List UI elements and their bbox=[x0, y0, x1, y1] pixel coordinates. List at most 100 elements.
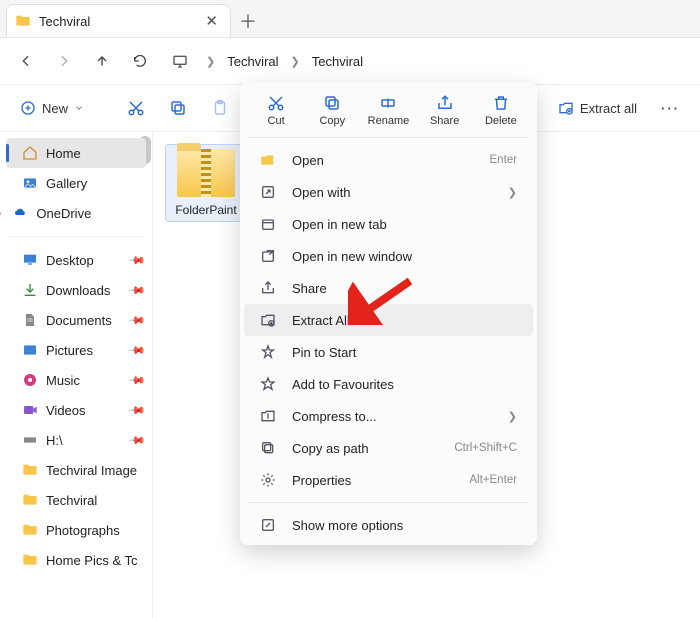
new-label: New bbox=[42, 101, 68, 116]
menu-separator bbox=[248, 502, 529, 503]
sidebar-item-pictures[interactable]: Pictures📌 bbox=[0, 335, 152, 365]
pictures-icon bbox=[22, 342, 38, 358]
onedrive-icon bbox=[12, 205, 28, 221]
extract-all-label: Extract all bbox=[580, 101, 637, 116]
ctx-add-favourites[interactable]: Add to Favourites bbox=[244, 368, 533, 400]
context-menu: Cut Copy Rename Share Delete Open Enter … bbox=[240, 82, 537, 545]
sidebar-item-videos[interactable]: Videos📌 bbox=[0, 395, 152, 425]
pin-icon: 📌 bbox=[128, 371, 147, 390]
pin-icon: 📌 bbox=[128, 341, 147, 360]
sidebar-item-onedrive[interactable]: ❯ OneDrive bbox=[0, 198, 152, 228]
pin-icon: 📌 bbox=[128, 311, 147, 330]
pin-icon bbox=[260, 344, 278, 360]
gallery-icon bbox=[22, 175, 38, 191]
sidebar-item-techviral-image[interactable]: Techviral Image bbox=[0, 455, 152, 485]
window-tab[interactable]: Techviral ✕ bbox=[6, 4, 231, 37]
ctx-open-with[interactable]: Open with ❯ bbox=[244, 176, 533, 208]
zip-folder-icon bbox=[177, 149, 235, 197]
ctx-open-new-tab[interactable]: Open in new tab bbox=[244, 208, 533, 240]
ctx-rename-button[interactable]: Rename bbox=[361, 92, 415, 129]
close-tab-button[interactable]: ✕ bbox=[201, 12, 222, 30]
sidebar-item-desktop[interactable]: Desktop📌 bbox=[0, 245, 152, 275]
folder-icon bbox=[22, 492, 38, 508]
ctx-copy-button[interactable]: Copy bbox=[305, 92, 359, 129]
more-icon bbox=[260, 517, 278, 533]
chevron-right-icon: ❯ bbox=[283, 55, 308, 68]
pc-icon[interactable] bbox=[166, 43, 194, 79]
drive-icon bbox=[22, 432, 38, 448]
sidebar-item-home[interactable]: Home bbox=[6, 138, 146, 168]
new-button[interactable]: New bbox=[10, 96, 94, 120]
open-icon bbox=[260, 152, 278, 168]
breadcrumb: ❯ Techviral ❯ Techviral bbox=[166, 43, 363, 79]
sidebar-item-gallery[interactable]: Gallery bbox=[0, 168, 152, 198]
sidebar-item-downloads[interactable]: Downloads📌 bbox=[0, 275, 152, 305]
sidebar-item-photographs[interactable]: Photographs bbox=[0, 515, 152, 545]
breadcrumb-item[interactable]: Techviral bbox=[312, 54, 363, 69]
pin-icon: 📌 bbox=[128, 251, 147, 270]
chevron-right-icon: ❯ bbox=[508, 410, 517, 423]
ctx-share[interactable]: Share bbox=[244, 272, 533, 304]
ctx-properties[interactable]: Properties Alt+Enter bbox=[244, 464, 533, 496]
cut-button[interactable] bbox=[118, 90, 154, 126]
chevron-right-icon: ❯ bbox=[508, 186, 517, 199]
music-icon bbox=[22, 372, 38, 388]
ctx-extract-all[interactable]: Extract All... bbox=[244, 304, 533, 336]
chevron-right-icon: ❯ bbox=[198, 55, 223, 68]
ctx-show-more[interactable]: Show more options bbox=[244, 509, 533, 541]
sidebar-item-techviral[interactable]: Techviral bbox=[0, 485, 152, 515]
sidebar-item-home-pics[interactable]: Home Pics & Tc bbox=[0, 545, 152, 575]
more-button[interactable]: ··· bbox=[651, 101, 690, 116]
new-window-icon bbox=[260, 248, 278, 264]
documents-icon bbox=[22, 312, 38, 328]
downloads-icon bbox=[22, 282, 38, 298]
extract-icon bbox=[558, 100, 574, 116]
refresh-button[interactable] bbox=[122, 43, 158, 79]
sidebar-item-hdrive[interactable]: H:\📌 bbox=[0, 425, 152, 455]
compress-icon bbox=[260, 408, 278, 424]
pin-icon: 📌 bbox=[128, 281, 147, 300]
copy-path-icon bbox=[260, 440, 278, 456]
ctx-compress[interactable]: Compress to... ❯ bbox=[244, 400, 533, 432]
copy-button[interactable] bbox=[160, 90, 196, 126]
titlebar: Techviral ✕ ＋ bbox=[0, 0, 700, 38]
chevron-right-icon: ❯ bbox=[0, 208, 2, 219]
ctx-share-button[interactable]: Share bbox=[418, 92, 472, 129]
ctx-open[interactable]: Open Enter bbox=[244, 144, 533, 176]
pin-icon: 📌 bbox=[128, 401, 147, 420]
folder-icon bbox=[22, 462, 38, 478]
breadcrumb-item[interactable]: Techviral bbox=[227, 54, 278, 69]
extract-icon bbox=[260, 312, 278, 328]
menu-separator bbox=[248, 137, 529, 138]
tab-title: Techviral bbox=[39, 14, 201, 29]
star-icon bbox=[260, 376, 278, 392]
sidebar-separator bbox=[10, 236, 142, 237]
ctx-copy-path[interactable]: Copy as path Ctrl+Shift+C bbox=[244, 432, 533, 464]
file-item[interactable]: FolderPaint bbox=[165, 144, 247, 222]
file-name: FolderPaint bbox=[170, 203, 242, 217]
up-button[interactable] bbox=[84, 43, 120, 79]
properties-icon bbox=[260, 472, 278, 488]
navbar: ❯ Techviral ❯ Techviral bbox=[0, 38, 700, 84]
desktop-icon bbox=[22, 252, 38, 268]
chevron-down-icon bbox=[74, 103, 84, 113]
ctx-delete-button[interactable]: Delete bbox=[474, 92, 528, 129]
back-button[interactable] bbox=[8, 43, 44, 79]
pin-icon: 📌 bbox=[128, 431, 147, 450]
new-tab-button[interactable]: ＋ bbox=[231, 4, 265, 37]
folder-icon bbox=[15, 13, 31, 29]
home-icon bbox=[22, 145, 38, 161]
sidebar-item-music[interactable]: Music📌 bbox=[0, 365, 152, 395]
extract-all-button[interactable]: Extract all bbox=[550, 96, 645, 120]
sidebar-item-documents[interactable]: Documents📌 bbox=[0, 305, 152, 335]
open-with-icon bbox=[260, 184, 278, 200]
new-tab-icon bbox=[260, 216, 278, 232]
forward-button[interactable] bbox=[46, 43, 82, 79]
ctx-cut-button[interactable]: Cut bbox=[249, 92, 303, 129]
ctx-pin-start[interactable]: Pin to Start bbox=[244, 336, 533, 368]
ctx-open-new-window[interactable]: Open in new window bbox=[244, 240, 533, 272]
sidebar: Home Gallery ❯ OneDrive Desktop📌 Downloa… bbox=[0, 132, 153, 618]
paste-button[interactable] bbox=[202, 90, 238, 126]
folder-icon bbox=[22, 552, 38, 568]
videos-icon bbox=[22, 402, 38, 418]
